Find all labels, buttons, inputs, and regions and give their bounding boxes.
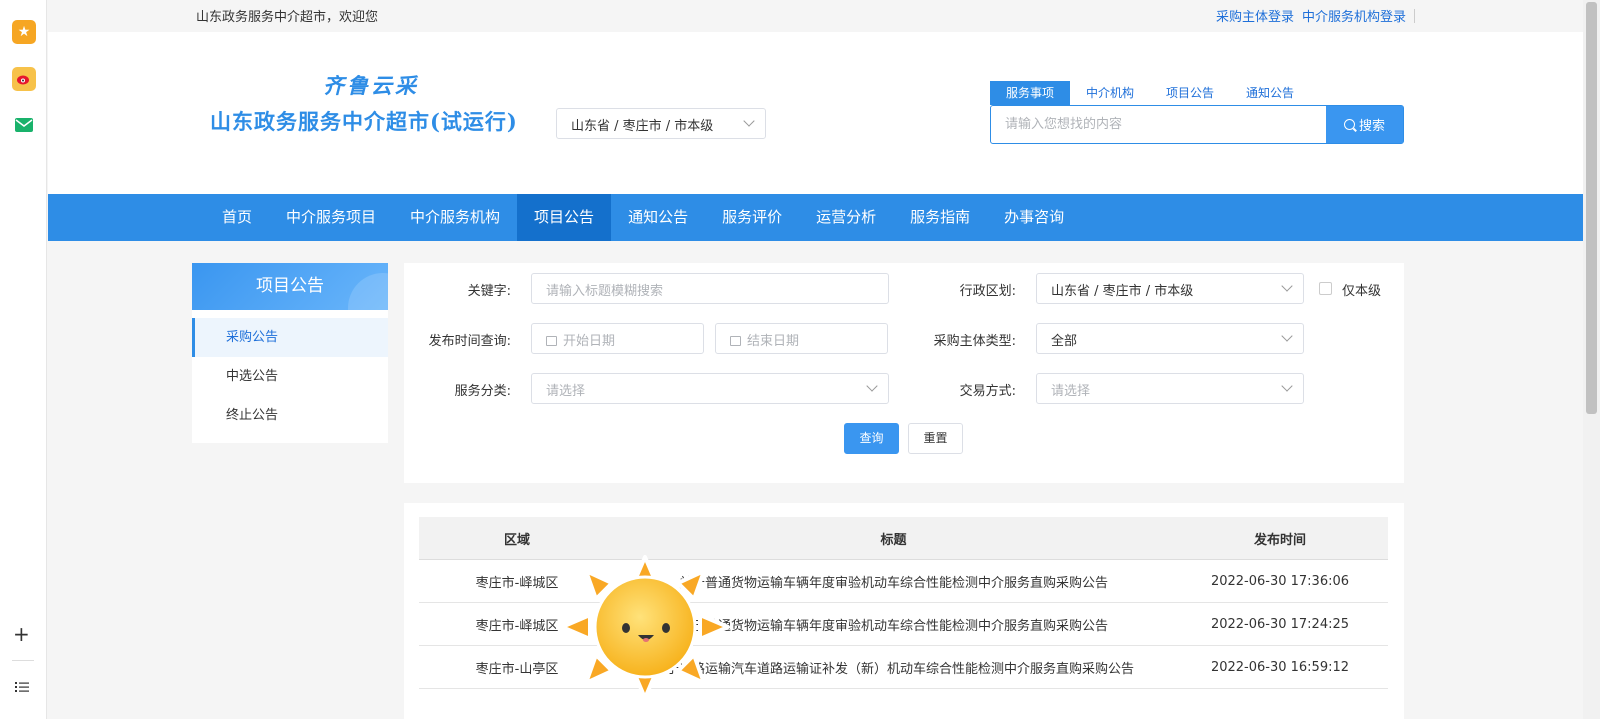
calendar-icon — [730, 336, 741, 346]
side-menu: 项目公告 采购公告 中选公告 终止公告 — [192, 263, 388, 443]
row-time: 2022-06-30 17:36:06 — [1210, 573, 1350, 589]
sun-mascot-icon[interactable] — [560, 555, 730, 700]
trade-select[interactable]: 请选择 — [1036, 373, 1304, 404]
scrollbar-thumb[interactable] — [1586, 2, 1597, 414]
nav-service-evaluation[interactable]: 服务评价 — [705, 194, 799, 241]
nav-service-projects[interactable]: 中介服务项目 — [269, 194, 393, 241]
nav-project-notices[interactable]: 项目公告 — [517, 194, 612, 241]
date-label: 发布时间查询: — [428, 334, 511, 349]
mail-icon[interactable] — [12, 113, 36, 137]
nav-home[interactable]: 首页 — [205, 194, 269, 241]
search-tab-notices[interactable]: 通知公告 — [1230, 81, 1310, 105]
chevron-down-icon — [1281, 380, 1293, 392]
vertical-scrollbar[interactable] — [1583, 0, 1600, 719]
side-menu-termination-notice[interactable]: 终止公告 — [192, 396, 388, 435]
chevron-down-icon — [743, 115, 755, 127]
search-button[interactable]: 搜索 — [1326, 106, 1403, 143]
welcome-text: 山东政务服务中介超市，欢迎您 — [196, 10, 379, 25]
region-value: 山东省 / 枣庄市 / 市本级 — [571, 119, 714, 134]
col-region: 区域 — [503, 532, 530, 548]
start-date-input[interactable]: 开始日期 — [531, 323, 704, 354]
trade-placeholder: 请选择 — [1051, 384, 1091, 399]
search-tab-services[interactable]: 服务事项 — [990, 81, 1071, 105]
content: 项目公告 采购公告 中选公告 终止公告 关键字: 请输入标题模糊搜索 行政区划:… — [48, 241, 1583, 719]
main-nav: 首页 中介服务项目 中介服务机构 项目公告 通知公告 服务评价 运营分析 服务指… — [48, 194, 1583, 241]
logo-subtitle: 齐鲁云采 — [323, 73, 419, 98]
category-select[interactable]: 请选择 — [531, 373, 889, 404]
nav-consulting[interactable]: 办事咨询 — [987, 194, 1081, 241]
side-menu-award-notice[interactable]: 中选公告 — [192, 357, 388, 396]
results-panel: 区域 标题 发布时间 枣庄市-峄城区 关于普通货物运输车辆年度审验机动车综合性能… — [404, 503, 1404, 719]
category-placeholder: 请选择 — [546, 384, 586, 399]
region-label: 行政区划: — [959, 284, 1016, 299]
end-date-placeholder: 结束日期 — [747, 334, 800, 349]
buyer-type-value: 全部 — [1051, 334, 1078, 349]
end-date-input[interactable]: 结束日期 — [715, 323, 888, 354]
page: 山东政务服务中介超市，欢迎您 采购主体登录 中介服务机构登录 齐鲁云采 山东政务服… — [48, 0, 1583, 719]
trade-label: 交易方式: — [959, 384, 1016, 399]
header: 齐鲁云采 山东政务服务中介超市(试运行) 山东省 / 枣庄市 / 市本级 服务事… — [48, 32, 1583, 194]
keyword-label: 关键字: — [467, 284, 511, 299]
search-input[interactable] — [991, 106, 1326, 143]
top-bar: 山东政务服务中介超市，欢迎您 采购主体登录 中介服务机构登录 — [48, 0, 1583, 32]
side-menu-purchase-notice[interactable]: 采购公告 — [192, 318, 388, 357]
search-tab-agencies[interactable]: 中介机构 — [1070, 81, 1150, 105]
logo-title[interactable]: 山东政务服务中介超市(试运行) — [210, 106, 518, 136]
star-icon[interactable]: ★ — [12, 20, 36, 44]
col-time: 发布时间 — [1253, 532, 1306, 548]
row-time: 2022-06-30 16:59:12 — [1210, 659, 1350, 675]
nav-service-agencies[interactable]: 中介服务机构 — [393, 194, 517, 241]
browser-sidebar: ★ + — [0, 0, 47, 719]
reset-button[interactable]: 重置 — [908, 423, 963, 454]
search-box: 搜索 — [990, 105, 1404, 144]
chevron-down-icon — [1281, 280, 1293, 292]
region-filter-select[interactable]: 山东省 / 枣庄市 / 市本级 — [1036, 273, 1304, 304]
region-select[interactable]: 山东省 / 枣庄市 / 市本级 — [556, 108, 766, 139]
login-links: 采购主体登录 中介服务机构登录 — [1208, 6, 1415, 25]
divider — [12, 660, 34, 661]
filter-panel: 关键字: 请输入标题模糊搜索 行政区划: 山东省 / 枣庄市 / 市本级 仅本级… — [404, 263, 1404, 483]
query-button[interactable]: 查询 — [844, 423, 899, 454]
nav-service-guide[interactable]: 服务指南 — [893, 194, 987, 241]
search-tab-projects[interactable]: 项目公告 — [1150, 81, 1230, 105]
table-header: 区域 标题 发布时间 — [419, 517, 1388, 560]
calendar-icon — [546, 336, 557, 346]
keyword-input[interactable]: 请输入标题模糊搜索 — [531, 273, 889, 304]
search-icon — [1343, 119, 1355, 130]
search-tabs: 服务事项 中介机构 项目公告 通知公告 — [990, 81, 1310, 105]
start-date-placeholder: 开始日期 — [563, 334, 616, 349]
search-button-label: 搜索 — [1358, 119, 1385, 134]
divider — [1414, 9, 1415, 23]
side-menu-title: 项目公告 — [192, 263, 388, 310]
only-level-checkbox[interactable] — [1319, 282, 1332, 295]
region-filter-value: 山东省 / 枣庄市 / 市本级 — [1051, 284, 1194, 299]
nav-notices[interactable]: 通知公告 — [611, 194, 705, 241]
only-level-label: 仅本级 — [1342, 284, 1382, 299]
row-time: 2022-06-30 17:24:25 — [1210, 616, 1350, 632]
category-label: 服务分类: — [454, 384, 511, 399]
agency-login-link[interactable]: 中介服务机构登录 — [1302, 10, 1406, 25]
buyer-type-select[interactable]: 全部 — [1036, 323, 1304, 354]
chevron-down-icon — [866, 380, 878, 392]
buyer-type-label: 采购主体类型: — [933, 334, 1016, 349]
nav-operation-analysis[interactable]: 运营分析 — [799, 194, 893, 241]
buyer-login-link[interactable]: 采购主体登录 — [1216, 10, 1294, 25]
weibo-icon[interactable] — [12, 67, 36, 91]
col-title: 标题 — [880, 532, 907, 548]
chevron-down-icon — [1281, 330, 1293, 342]
plus-icon[interactable]: + — [13, 624, 30, 644]
list-icon[interactable] — [15, 676, 29, 696]
